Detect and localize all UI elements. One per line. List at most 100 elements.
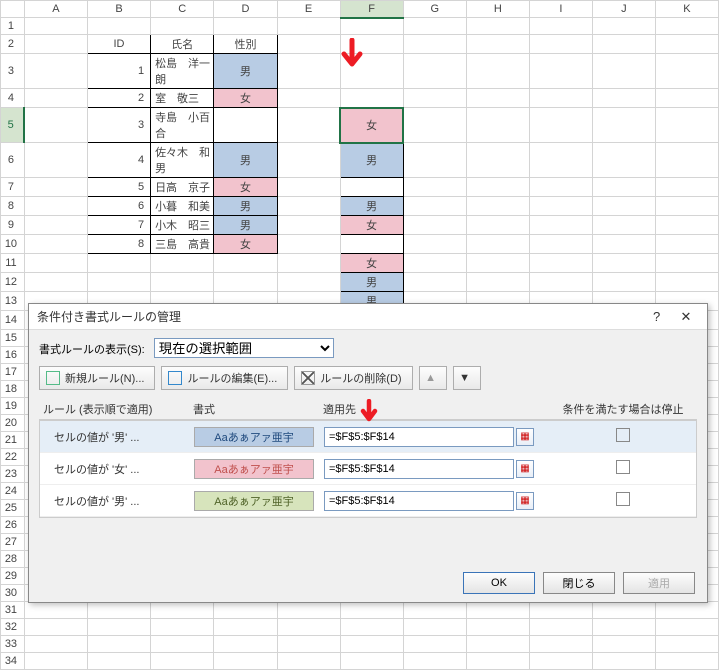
stop-if-true-checkbox[interactable] (616, 492, 630, 506)
rule-row[interactable]: セルの値が '女' ...Aaあぁアァ亜宇▦ (40, 453, 696, 485)
cell[interactable]: 1 (87, 54, 150, 89)
cell[interactable] (592, 89, 655, 108)
cell[interactable] (403, 108, 466, 143)
col-header-i[interactable]: I (529, 1, 592, 18)
row-header-2[interactable]: 2 (1, 35, 25, 54)
cell[interactable] (466, 254, 529, 273)
row-header-11[interactable]: 11 (1, 254, 25, 273)
cell[interactable] (529, 197, 592, 216)
cell[interactable] (655, 108, 718, 143)
cell[interactable]: 2 (87, 89, 150, 108)
cell[interactable] (529, 18, 592, 35)
cell[interactable] (24, 143, 87, 178)
row-header-18[interactable]: 18 (1, 381, 25, 398)
cell[interactable] (655, 254, 718, 273)
cell[interactable] (655, 619, 718, 636)
show-rules-combo[interactable]: 現在の選択範囲 (154, 338, 334, 358)
cell[interactable] (592, 35, 655, 54)
row-header-22[interactable]: 22 (1, 449, 25, 466)
cell[interactable]: 男 (214, 197, 277, 216)
row-header-20[interactable]: 20 (1, 415, 25, 432)
cell[interactable] (277, 18, 340, 35)
cell[interactable]: 男 (340, 273, 403, 292)
row-header-4[interactable]: 4 (1, 89, 25, 108)
cell[interactable] (466, 197, 529, 216)
cell[interactable] (403, 619, 466, 636)
cell[interactable] (87, 653, 150, 670)
cell[interactable] (529, 143, 592, 178)
cell[interactable] (403, 273, 466, 292)
help-button[interactable]: ? (644, 304, 670, 330)
row-header-25[interactable]: 25 (1, 500, 25, 517)
edit-rule-button[interactable]: ルールの編集(E)... (161, 366, 288, 390)
cell[interactable]: 室 敬三 (151, 89, 214, 108)
cell[interactable] (151, 653, 214, 670)
row-header-5[interactable]: 5 (1, 108, 25, 143)
cell[interactable] (466, 273, 529, 292)
cell[interactable] (214, 273, 277, 292)
cell[interactable] (403, 35, 466, 54)
cell[interactable] (151, 602, 214, 619)
cell[interactable] (24, 89, 87, 108)
cell[interactable] (24, 18, 87, 35)
cell[interactable] (214, 254, 277, 273)
cell[interactable] (403, 54, 466, 89)
cell[interactable] (340, 619, 403, 636)
row-header-32[interactable]: 32 (1, 619, 25, 636)
cell[interactable] (24, 178, 87, 197)
close-dialog-button[interactable]: 閉じる (543, 572, 615, 594)
cell[interactable] (340, 653, 403, 670)
cell[interactable]: 女 (340, 216, 403, 235)
cell[interactable] (277, 636, 340, 653)
cell[interactable] (24, 602, 87, 619)
delete-rule-button[interactable]: ルールの削除(D) (294, 366, 412, 390)
cell[interactable] (529, 235, 592, 254)
cell[interactable]: 女 (214, 178, 277, 197)
range-selector-icon[interactable]: ▦ (516, 460, 534, 478)
close-button[interactable]: ✕ (673, 304, 699, 330)
col-header-e[interactable]: E (277, 1, 340, 18)
cell[interactable] (214, 602, 277, 619)
cell[interactable] (403, 254, 466, 273)
cell[interactable] (277, 197, 340, 216)
cell[interactable] (340, 54, 403, 89)
cell[interactable] (466, 35, 529, 54)
cell[interactable] (529, 636, 592, 653)
cell[interactable]: 女 (340, 108, 403, 143)
row-header-13[interactable]: 13 (1, 292, 25, 311)
applies-to-input[interactable] (324, 459, 514, 479)
row-header-17[interactable]: 17 (1, 364, 25, 381)
applies-to-input[interactable] (324, 491, 514, 511)
cell[interactable] (340, 636, 403, 653)
cell[interactable] (529, 602, 592, 619)
row-header-14[interactable]: 14 (1, 311, 25, 330)
cell[interactable] (340, 235, 403, 254)
row-header-1[interactable]: 1 (1, 18, 25, 35)
col-header-k[interactable]: K (655, 1, 718, 18)
cell[interactable]: 3 (87, 108, 150, 143)
cell[interactable] (277, 35, 340, 54)
row-header-29[interactable]: 29 (1, 568, 25, 585)
cell[interactable] (592, 143, 655, 178)
row-header-31[interactable]: 31 (1, 602, 25, 619)
cell[interactable]: 佐々木 和男 (151, 143, 214, 178)
cell[interactable] (403, 602, 466, 619)
col-header-d[interactable]: D (214, 1, 277, 18)
cell[interactable] (592, 18, 655, 35)
cell[interactable] (466, 89, 529, 108)
cell[interactable] (87, 254, 150, 273)
cell[interactable] (214, 18, 277, 35)
cell[interactable] (87, 636, 150, 653)
cell[interactable] (24, 197, 87, 216)
cell[interactable] (466, 178, 529, 197)
cell[interactable] (151, 619, 214, 636)
cell[interactable] (24, 273, 87, 292)
cell[interactable] (403, 89, 466, 108)
cell[interactable] (277, 178, 340, 197)
cell[interactable] (151, 636, 214, 653)
cell[interactable] (403, 143, 466, 178)
cell[interactable] (403, 18, 466, 35)
cell[interactable] (592, 636, 655, 653)
cell[interactable] (277, 602, 340, 619)
cell[interactable]: 性別 (214, 35, 277, 54)
